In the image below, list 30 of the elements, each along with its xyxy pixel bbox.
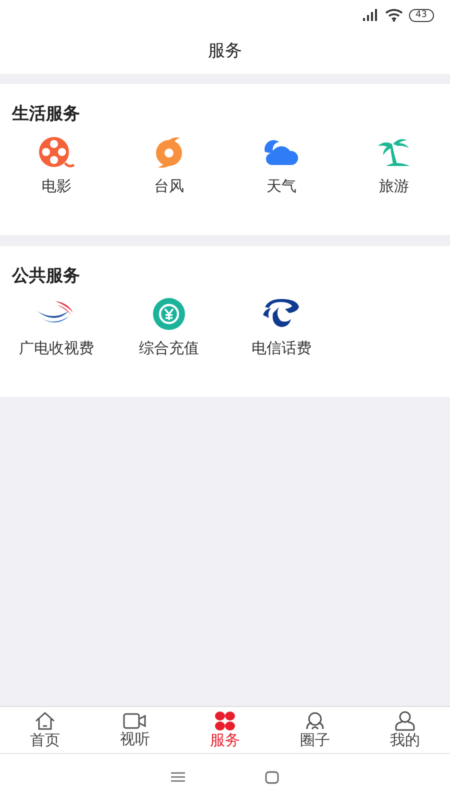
battery-level: 43 [408, 8, 434, 22]
cloud-icon [262, 138, 300, 166]
service-item[interactable]: 电信话费 [251, 338, 312, 358]
service-item[interactable]: 台风 [154, 176, 184, 196]
nav-tab[interactable]: 视听 [90, 707, 180, 753]
section-title: 公共服务 [12, 265, 80, 288]
four-dots-icon [214, 711, 236, 731]
service-item[interactable]: 天气 [266, 176, 296, 196]
menu-icon[interactable] [171, 772, 185, 782]
nav-tab[interactable]: 首页 [0, 707, 90, 753]
service-item[interactable]: 综合充值 [138, 338, 199, 358]
people-circle-icon [304, 711, 326, 731]
yuan-coin-icon [152, 297, 186, 331]
service-item[interactable]: 广电收视费 [18, 338, 94, 358]
service-item[interactable]: 电影 [41, 176, 72, 196]
person-icon [394, 711, 416, 731]
video-camera-icon [123, 712, 147, 730]
signal-icon [360, 8, 379, 22]
palm-tree-icon [376, 136, 412, 168]
typhoon-icon [154, 136, 184, 168]
nav-tab[interactable]: 圈子 [270, 707, 360, 753]
page-title: 服务 [208, 40, 242, 64]
nav-tab[interactable]: 服务 [180, 707, 270, 753]
home-icon[interactable] [265, 770, 279, 784]
wifi-icon [384, 8, 403, 22]
service-item[interactable]: 旅游 [378, 176, 409, 196]
film-reel-icon [37, 136, 76, 168]
house-icon [34, 711, 56, 731]
section-title: 生活服务 [12, 103, 80, 126]
nav-tab[interactable]: 我的 [360, 707, 450, 753]
